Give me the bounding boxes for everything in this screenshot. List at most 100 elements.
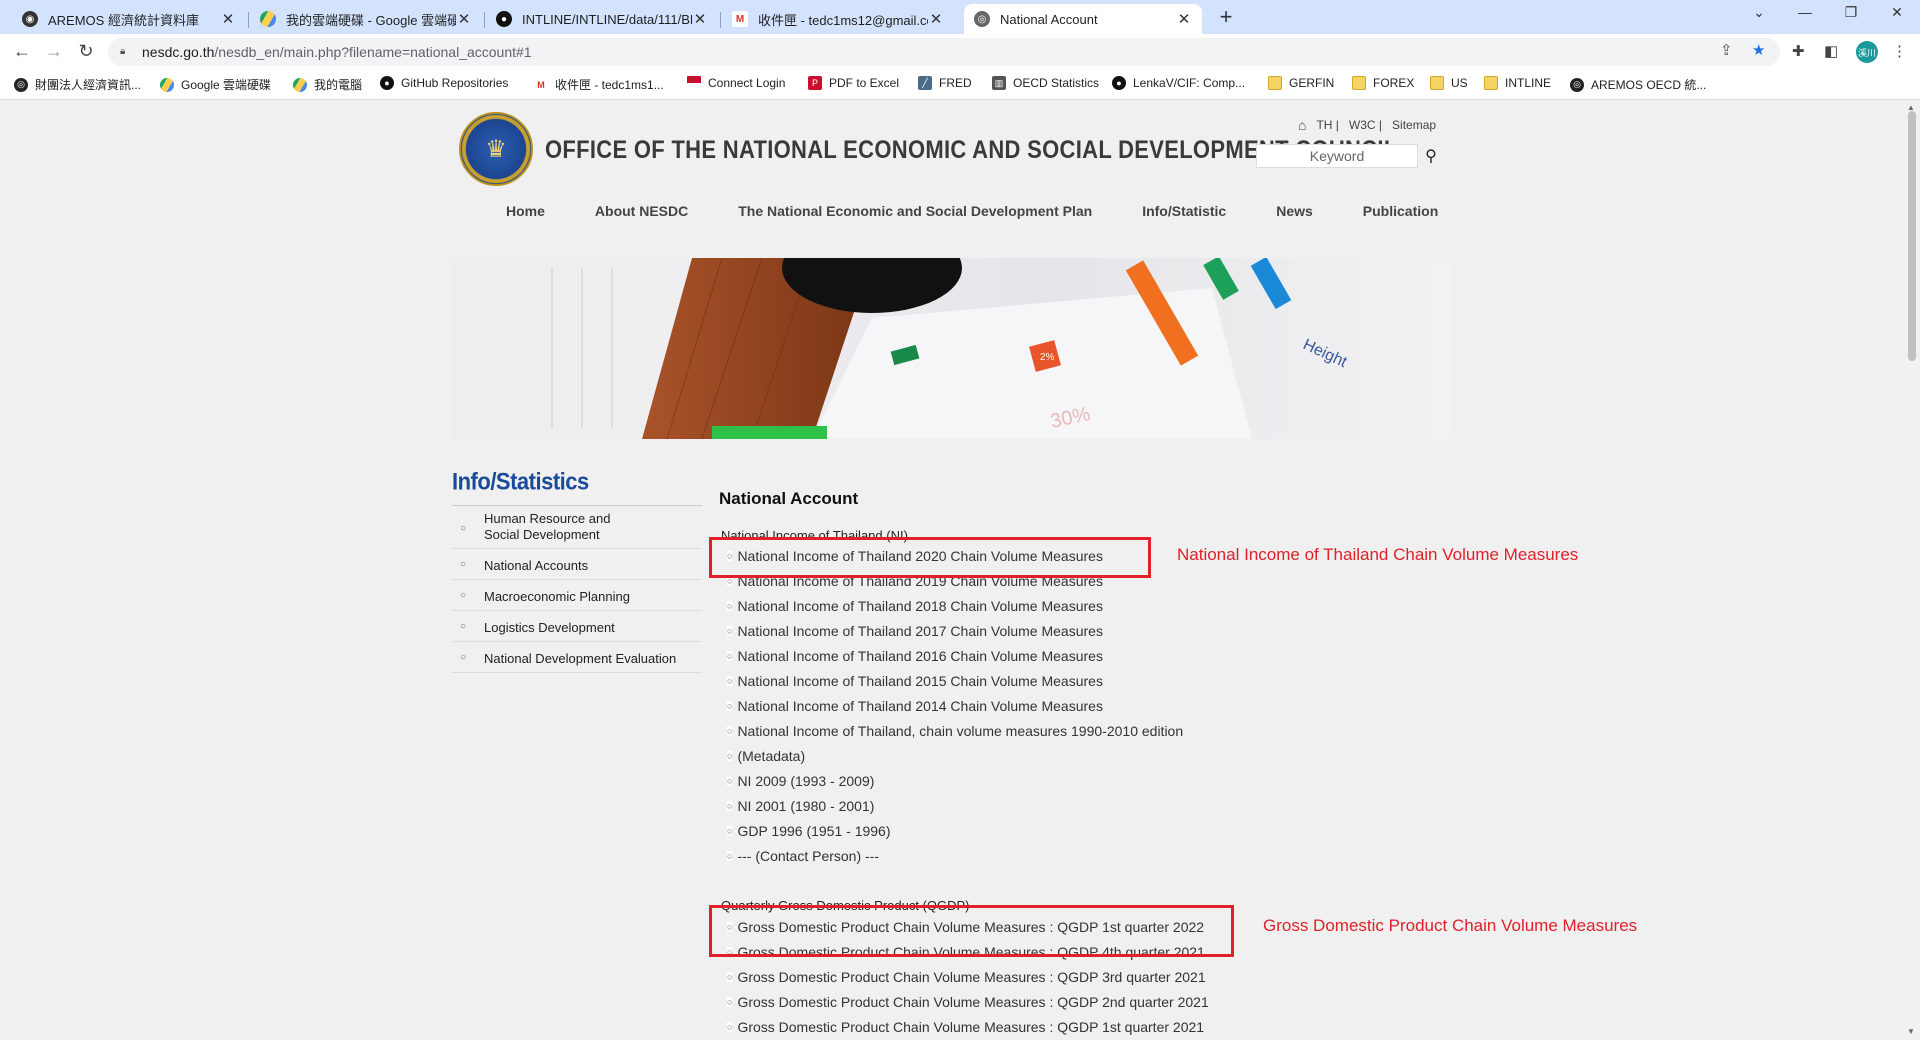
back-icon[interactable]: ← — [10, 41, 34, 62]
lock-icon: 🔒︎ — [120, 46, 126, 57]
bookmark-item[interactable]: ● LenkaV/CIF: Comp... — [1112, 76, 1245, 90]
gmail-icon: M — [534, 77, 548, 92]
ni-link[interactable]: ○ (Metadata) — [727, 748, 805, 764]
browser-tab[interactable]: 我的雲端硬碟 - Google 雲端硬碟 ✕ — [250, 4, 482, 34]
forward-icon[interactable]: → — [42, 41, 66, 62]
tab-separator — [248, 12, 249, 28]
nav-home[interactable]: Home — [506, 203, 545, 219]
bookmark-folder[interactable]: US — [1430, 76, 1468, 90]
reload-icon[interactable]: ↻ — [74, 41, 98, 62]
search-input[interactable] — [1256, 144, 1418, 168]
bullet-icon: ○ — [460, 590, 467, 601]
bookmark-label: GitHub Repositories — [401, 76, 509, 90]
highlight-box-ni — [709, 537, 1151, 578]
bookmark-item[interactable]: ▥ OECD Statistics — [992, 76, 1099, 90]
bookmark-folder[interactable]: INTLINE — [1484, 76, 1551, 90]
restore-icon[interactable]: ❐ — [1836, 4, 1866, 21]
ni-link[interactable]: ○ National Income of Thailand 2015 Chain … — [727, 673, 1103, 689]
extensions-icon[interactable]: ✚ — [1792, 42, 1805, 60]
qgdp-link[interactable]: ○ Gross Domestic Product Chain Volume Mea… — [727, 969, 1206, 985]
minimize-icon[interactable]: — — [1790, 4, 1820, 20]
nesdc-logo[interactable]: ♛ — [459, 112, 533, 186]
tab-close-icon[interactable]: ✕ — [928, 10, 944, 28]
nav-info-statistic[interactable]: Info/Statistic — [1142, 203, 1226, 219]
browser-tab[interactable]: ● INTLINE/INTLINE/data/111/BEA ✕ — [486, 4, 718, 34]
link-label: NI 2009 (1993 - 2009) — [737, 773, 875, 789]
link-sitemap[interactable]: Sitemap — [1392, 118, 1436, 132]
bullet-icon: ○ — [460, 621, 467, 632]
bookmark-item[interactable]: ● GitHub Repositories — [380, 76, 508, 90]
nav-plan[interactable]: The National Economic and Social Develop… — [738, 203, 1092, 219]
bookmark-folder[interactable]: GERFIN — [1268, 76, 1334, 90]
link-label: (Metadata) — [737, 748, 806, 764]
nav-news[interactable]: News — [1276, 203, 1313, 219]
ni-link[interactable]: ○ National Income of Thailand 2014 Chain … — [727, 698, 1103, 714]
github-icon: ● — [380, 76, 394, 90]
bookmark-item[interactable]: 我的電腦 — [293, 76, 362, 93]
browser-tabstrip: ◉ AREMOS 經濟統計資料庫 ✕ 我的雲端硬碟 - Google 雲端硬碟 … — [0, 0, 1920, 34]
bookmark-item[interactable]: ╱ FRED — [918, 76, 972, 90]
sidebar-item-national-development-evaluation[interactable]: ○ National Development Evaluation — [452, 642, 702, 673]
close-window-icon[interactable]: ✕ — [1882, 4, 1912, 21]
link-w3c[interactable]: W3C | — [1349, 118, 1382, 132]
qgdp-link[interactable]: ○ Gross Domestic Product Chain Volume Mea… — [727, 994, 1209, 1010]
bookmark-item[interactable]: Connect Login — [687, 76, 785, 90]
bullet-icon: ○ — [460, 523, 467, 534]
link-label: --- (Contact Person) --- — [737, 848, 880, 864]
tab-close-icon[interactable]: ✕ — [220, 10, 236, 28]
bookmark-item[interactable]: M 收件匣 - tedc1ms1... — [534, 76, 664, 93]
ni-link[interactable]: ○ National Income of Thailand 2016 Chain … — [727, 648, 1103, 664]
browser-tab[interactable]: ◉ AREMOS 經濟統計資料庫 ✕ — [12, 4, 246, 34]
link-label: NI 2001 (1980 - 2001) — [737, 798, 875, 814]
side-panel-icon[interactable]: ◧ — [1824, 42, 1838, 60]
ni-link[interactable]: ○ --- (Contact Person) --- — [727, 848, 879, 864]
sidebar-item-macroeconomic-planning[interactable]: ○ Macroeconomic Planning — [452, 580, 702, 611]
page-scrollbar[interactable]: ▲ ▼ — [1904, 101, 1920, 1040]
bookmark-folder[interactable]: FOREX — [1352, 76, 1414, 90]
link-label: Gross Domestic Product Chain Volume Meas… — [737, 1019, 1205, 1035]
ni-link[interactable]: ○ NI 2009 (1993 - 2009) — [727, 773, 874, 789]
bullet-icon: ○ — [727, 651, 733, 661]
new-tab-icon[interactable]: + — [1214, 4, 1238, 30]
link-label: Gross Domestic Product Chain Volume Meas… — [737, 969, 1206, 985]
menu-icon[interactable]: ⋮ — [1892, 42, 1907, 60]
share-icon[interactable]: ⇪ — [1720, 41, 1733, 59]
site-search: ⚲ — [1256, 144, 1448, 170]
bookmark-item[interactable]: ◎ AREMOS OECD 統... — [1570, 76, 1706, 93]
sidebar-item-label: National Accounts — [484, 558, 589, 573]
profile-avatar[interactable]: 溪川 — [1856, 41, 1878, 63]
header-banner-image: Height 2% 30% — [452, 258, 1451, 439]
nav-publication[interactable]: Publication — [1363, 203, 1438, 219]
sidebar-item-logistics-development[interactable]: ○ Logistics Development — [452, 611, 702, 642]
scroll-thumb[interactable] — [1908, 111, 1916, 361]
bullet-icon: ○ — [727, 626, 733, 636]
scroll-down-icon[interactable]: ▼ — [1907, 1027, 1915, 1036]
bookmark-label: 我的電腦 — [314, 78, 363, 92]
search-icon[interactable]: ⚲ — [1418, 144, 1444, 168]
tab-search-icon[interactable]: ⌄ — [1744, 4, 1774, 21]
google-drive-icon — [293, 77, 307, 92]
folder-icon — [1268, 76, 1282, 90]
sidebar-item-national-accounts[interactable]: ○ National Accounts — [452, 549, 702, 580]
address-bar[interactable]: 🔒︎ nesdc.go.th /nesdb_en/main.php?filena… — [108, 38, 1780, 66]
tab-close-icon[interactable]: ✕ — [1176, 10, 1192, 28]
ni-link[interactable]: ○ National Income of Thailand 2017 Chain … — [727, 623, 1103, 639]
home-icon[interactable]: ⌂ — [1298, 117, 1306, 133]
bookmark-star-icon[interactable]: ★ — [1752, 41, 1765, 59]
ni-link[interactable]: ○ NI 2001 (1980 - 2001) — [727, 798, 874, 814]
tab-close-icon[interactable]: ✕ — [692, 10, 708, 28]
ni-link[interactable]: ○ National Income of Thailand, chain volu… — [727, 723, 1183, 739]
browser-tab-active[interactable]: ◎ National Account ✕ — [964, 4, 1202, 34]
browser-tab[interactable]: M 收件匣 - tedc1ms12@gmail.com ✕ — [722, 4, 954, 34]
bookmark-item[interactable]: Google 雲端硬碟 — [160, 76, 271, 93]
link-th[interactable]: TH | — [1316, 118, 1338, 132]
ni-link[interactable]: ○ GDP 1996 (1951 - 1996) — [727, 823, 891, 839]
globe-icon: ◎ — [1570, 77, 1584, 92]
qgdp-link[interactable]: ○ Gross Domestic Product Chain Volume Mea… — [727, 1019, 1204, 1035]
sidebar-item-human-resource[interactable]: ○ Human Resource and Social Development — [452, 511, 702, 549]
ni-link[interactable]: ○ National Income of Thailand 2018 Chain … — [727, 598, 1103, 614]
tab-close-icon[interactable]: ✕ — [456, 10, 472, 28]
nav-about[interactable]: About NESDC — [595, 203, 688, 219]
bookmark-item[interactable]: ◎ 財團法人經濟資訊... — [14, 76, 141, 93]
bookmark-item[interactable]: P PDF to Excel — [808, 76, 899, 90]
